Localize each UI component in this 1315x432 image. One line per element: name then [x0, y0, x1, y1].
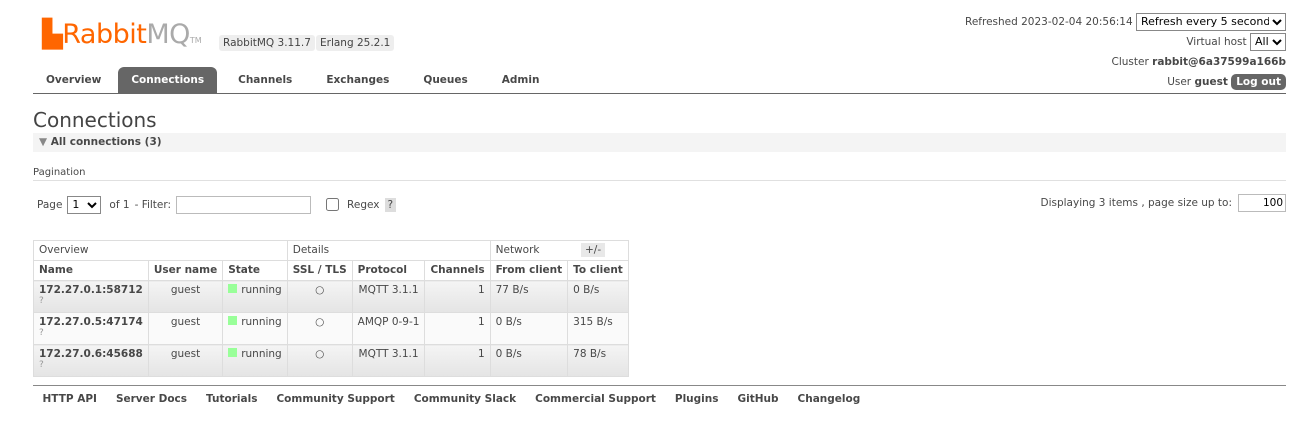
tab-exchanges[interactable]: Exchanges: [313, 67, 402, 93]
channels: 1: [424, 344, 491, 377]
refresh-select[interactable]: Refresh every 5 seconds: [1136, 12, 1286, 31]
page-title: Connections: [33, 108, 157, 132]
page-size-input[interactable]: [1238, 194, 1286, 212]
table-row: 172.27.0.5:47174? guest running ○ AMQP 0…: [33, 312, 629, 345]
col-from-client[interactable]: From client: [489, 260, 569, 281]
channels: 1: [424, 280, 491, 313]
page-count: of 1: [109, 198, 130, 211]
running-status-icon: [228, 348, 238, 357]
group-overview: Overview: [33, 240, 288, 261]
col-name[interactable]: Name: [33, 260, 149, 281]
col-channels[interactable]: Channels: [424, 260, 491, 281]
connection-name[interactable]: 172.27.0.1:58712?: [33, 280, 149, 313]
footer-link[interactable]: Community Support: [276, 393, 394, 405]
rabbitmq-logo: ▙RabbitMQTM: [42, 19, 202, 50]
tab-connections[interactable]: Connections: [118, 67, 218, 93]
collapse-triangle-icon: ▼: [39, 136, 48, 148]
regex-label: Regex: [347, 198, 380, 211]
running-status-icon: [228, 316, 238, 325]
section-toggle[interactable]: ▼ All connections (3): [33, 133, 1286, 152]
help-icon[interactable]: ?: [39, 296, 143, 306]
page-label: Page: [37, 198, 63, 211]
footer-link[interactable]: GitHub: [738, 393, 779, 405]
running-status-icon: [228, 284, 238, 293]
state: running: [222, 280, 288, 313]
footer-link[interactable]: Server Docs: [116, 393, 187, 405]
user-name: guest: [147, 312, 224, 345]
page-select[interactable]: 1: [67, 195, 102, 214]
col-state[interactable]: State: [222, 260, 288, 281]
to-client-rate: 315 B/s: [567, 312, 629, 345]
connections-table: Overview Details Network Name User name St…: [33, 240, 629, 377]
to-client-rate: 0 B/s: [567, 280, 629, 313]
protocol: AMQP 0-9-1: [351, 312, 426, 345]
col-protocol[interactable]: Protocol: [351, 260, 426, 281]
help-icon[interactable]: ?: [39, 328, 143, 338]
regex-checkbox[interactable]: [326, 198, 340, 211]
vhost-label: Virtual host: [1186, 36, 1247, 48]
rabbitmq-version: RabbitMQ 3.11.7: [219, 35, 315, 51]
footer-link[interactable]: Tutorials: [206, 393, 257, 405]
from-client-rate: 0 B/s: [489, 344, 569, 377]
erlang-version: Erlang 25.2.1: [316, 35, 395, 51]
filter-label: - Filter:: [134, 198, 172, 211]
group-network: Network: [489, 240, 629, 261]
protocol: MQTT 3.1.1: [351, 280, 426, 313]
protocol: MQTT 3.1.1: [351, 344, 426, 377]
channels: 1: [424, 312, 491, 345]
divider: [33, 180, 1286, 181]
from-client-rate: 0 B/s: [489, 312, 569, 345]
footer-link[interactable]: HTTP API: [43, 393, 97, 405]
user-name: guest: [147, 344, 224, 377]
table-row: 172.27.0.6:45688? guest running ○ MQTT 3…: [33, 344, 629, 377]
state: running: [222, 344, 288, 377]
footer: HTTP API Server Docs Tutorials Community Su…: [33, 385, 1286, 405]
footer-link[interactable]: Community Slack: [414, 393, 516, 405]
refreshed-time: Refreshed 2023-02-04 20:56:14: [965, 16, 1133, 28]
col-to-client[interactable]: To client: [567, 260, 629, 281]
vhost-select[interactable]: All: [1250, 32, 1286, 51]
col-ssl[interactable]: SSL / TLS: [286, 260, 353, 281]
main-nav: Overview Connections Channels Exchanges …: [33, 67, 1286, 94]
ssl-tls: ○: [286, 344, 353, 377]
connection-name[interactable]: 172.27.0.5:47174?: [33, 312, 149, 345]
table-row: 172.27.0.1:58712? guest running ○ MQTT 3…: [33, 280, 629, 313]
section-title: All connections (3): [50, 136, 162, 148]
help-icon[interactable]: ?: [39, 360, 143, 370]
user-name: guest: [147, 280, 224, 313]
pagination-label: Pagination: [33, 167, 86, 178]
group-details: Details: [286, 240, 491, 261]
tab-channels[interactable]: Channels: [225, 67, 305, 93]
col-user[interactable]: User name: [147, 260, 224, 281]
regex-help-button[interactable]: ?: [384, 197, 397, 212]
connection-name[interactable]: 172.27.0.6:45688?: [33, 344, 149, 377]
filter-input[interactable]: [176, 195, 312, 214]
pagination-controls: Page 1 of 1 - Filter: Regex ?: [37, 195, 397, 214]
tab-overview[interactable]: Overview: [33, 67, 114, 93]
page-size-controls: Displaying 3 items , page size up to:: [1040, 194, 1286, 212]
footer-link[interactable]: Commercial Support: [535, 393, 656, 405]
ssl-tls: ○: [286, 280, 353, 313]
columns-toggle-button[interactable]: +/-: [581, 243, 606, 257]
displaying-text: Displaying 3 items , page size up to:: [1040, 197, 1233, 209]
to-client-rate: 78 B/s: [567, 344, 629, 377]
footer-link[interactable]: Changelog: [798, 393, 861, 405]
ssl-tls: ○: [286, 312, 353, 345]
from-client-rate: 77 B/s: [489, 280, 569, 313]
tab-queues[interactable]: Queues: [410, 67, 480, 93]
tab-admin[interactable]: Admin: [489, 67, 553, 93]
footer-link[interactable]: Plugins: [675, 393, 719, 405]
state: running: [222, 312, 288, 345]
